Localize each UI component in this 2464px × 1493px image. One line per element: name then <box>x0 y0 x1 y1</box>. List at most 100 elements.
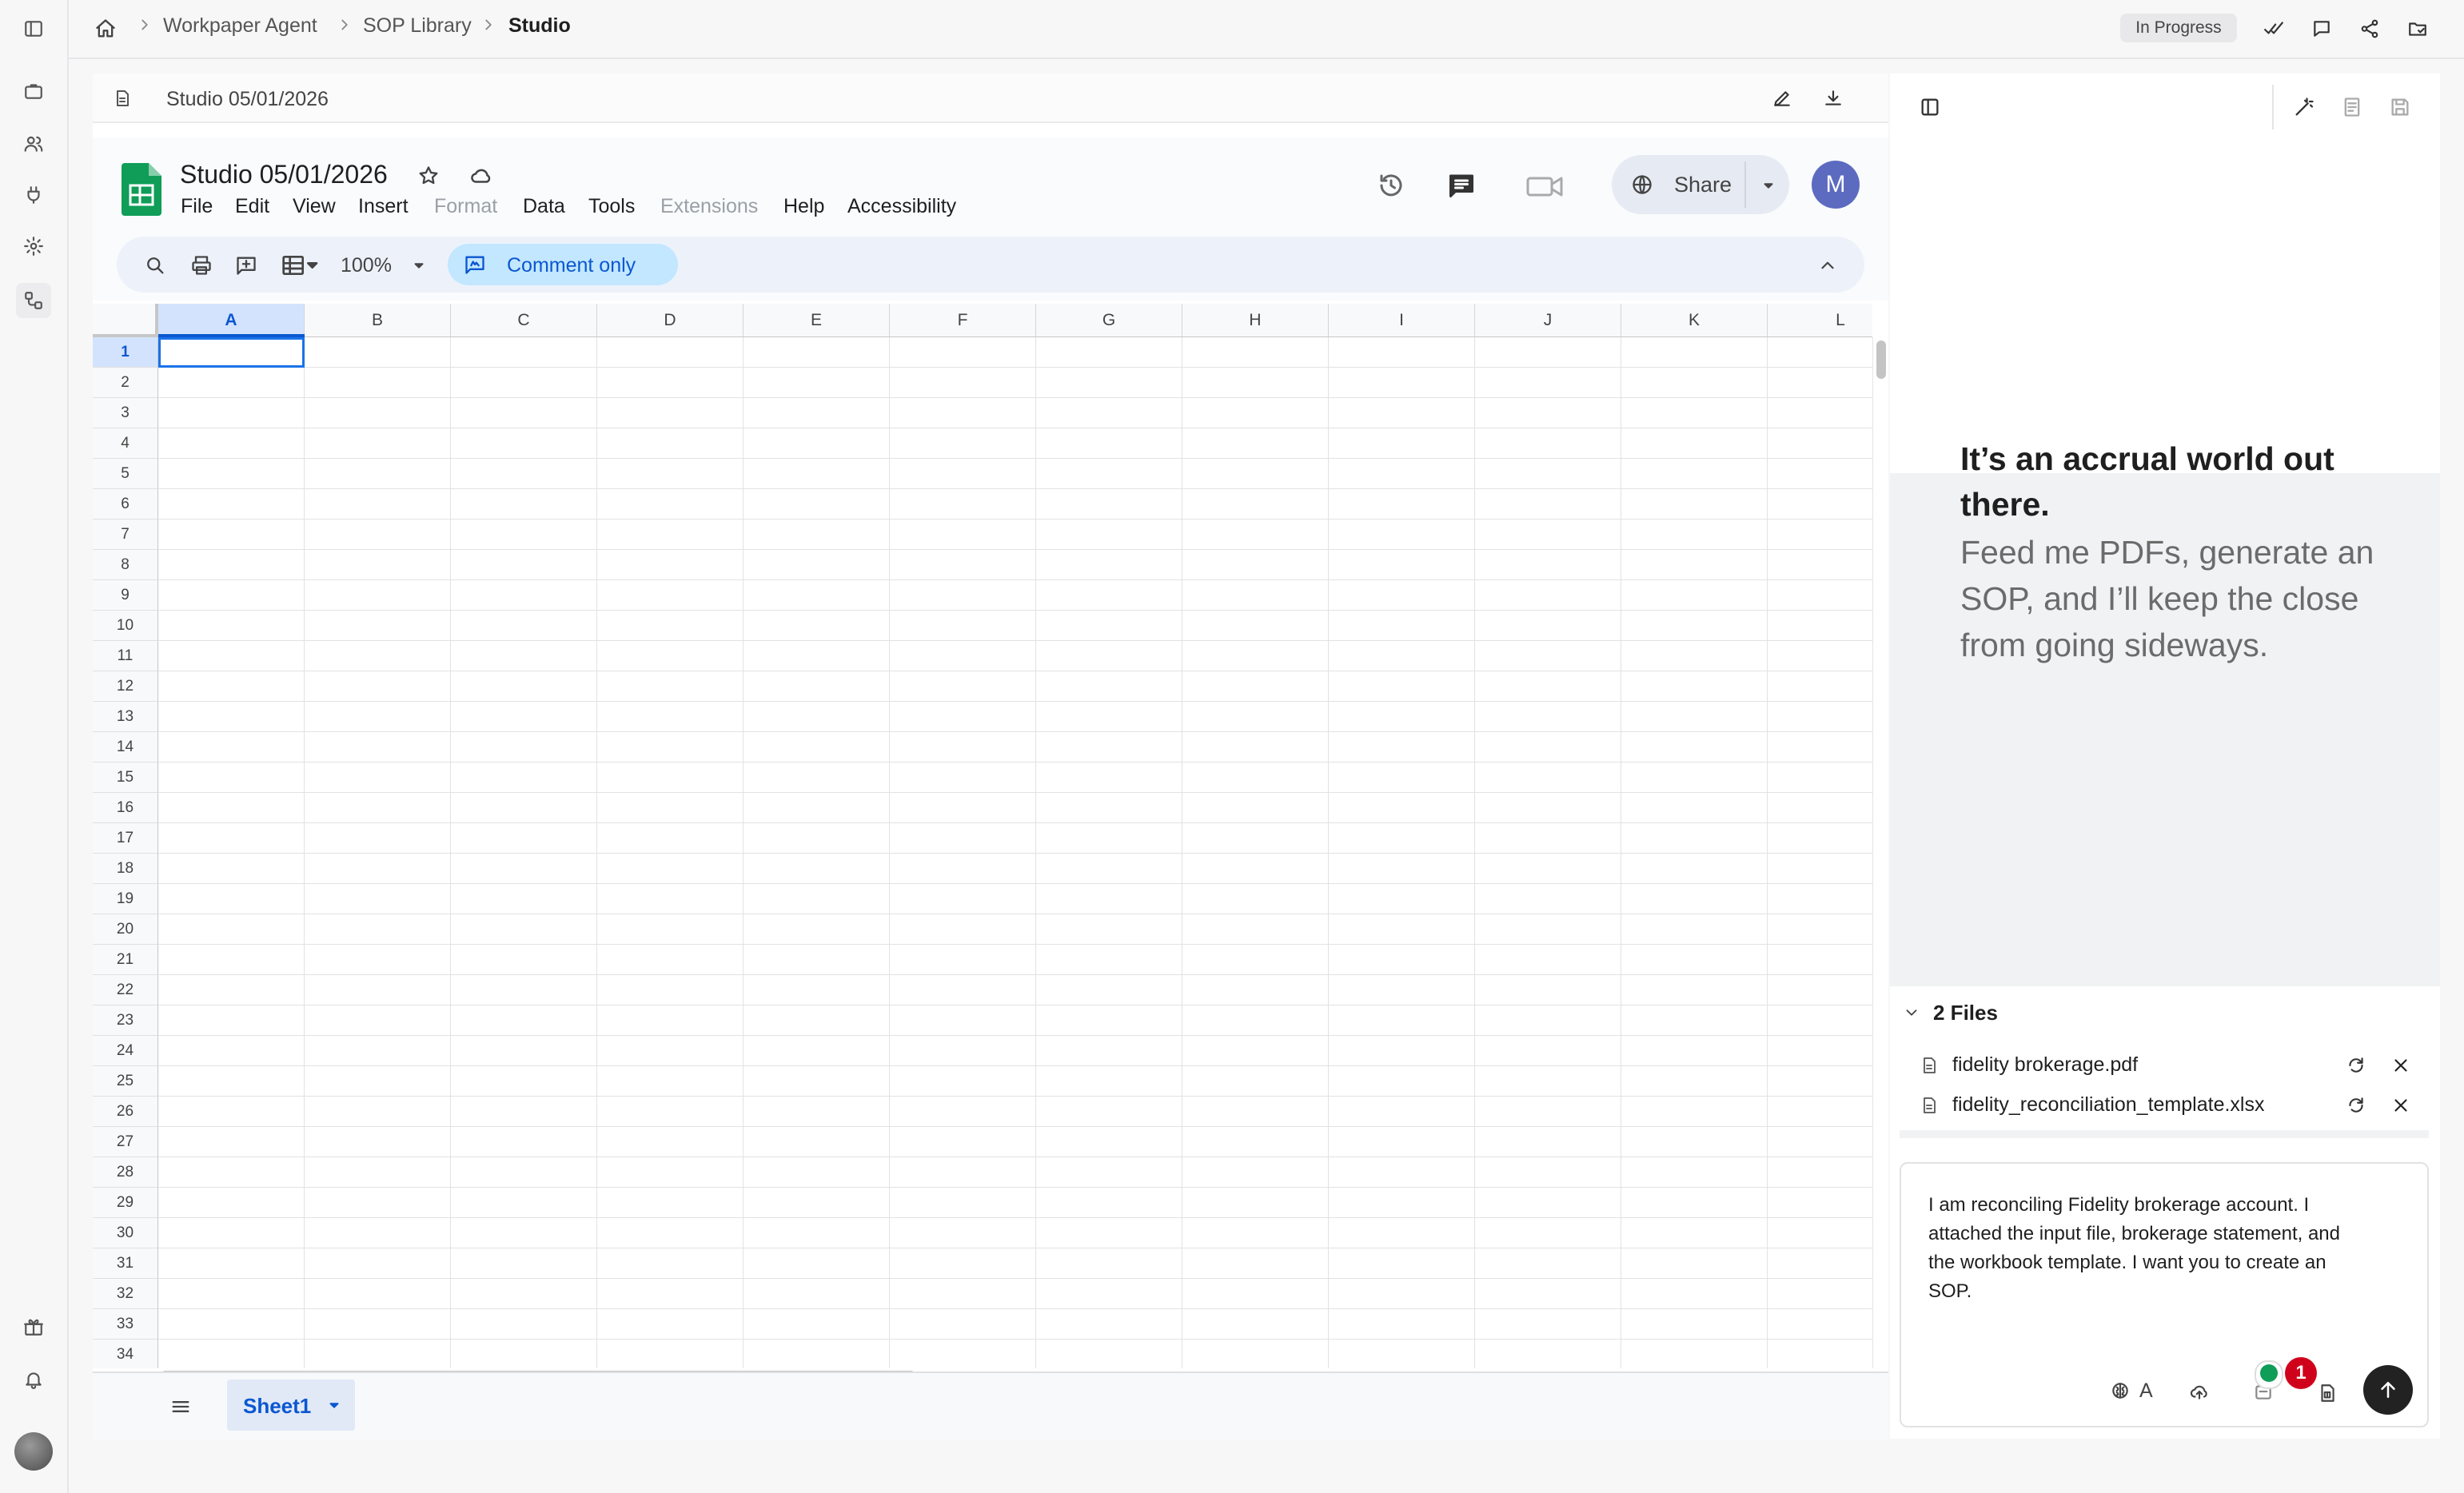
upload-cloud-icon[interactable] <box>2186 1378 2213 1405</box>
magic-wand-icon[interactable] <box>2288 91 2320 123</box>
sheet-tab-caret-icon[interactable] <box>323 1394 345 1416</box>
sheets-title[interactable]: Studio 05/01/2026 <box>180 160 388 189</box>
breadcrumb-sop-library[interactable]: SOP Library <box>363 14 472 38</box>
row-header-7[interactable]: 7 <box>93 520 158 550</box>
column-header-I[interactable]: I <box>1329 304 1475 337</box>
column-header-A[interactable]: A <box>158 304 305 337</box>
file-item[interactable]: fidelity_reconciliation_template.xlsx <box>1904 1085 2430 1125</box>
comment-icon[interactable] <box>2306 13 2338 45</box>
select-all-corner[interactable] <box>93 304 158 337</box>
file-item[interactable]: fidelity brokerage.pdf <box>1904 1045 2430 1085</box>
vertical-scrollbar[interactable] <box>1872 337 1888 1368</box>
double-check-icon[interactable] <box>2258 13 2290 45</box>
column-header-G[interactable]: G <box>1036 304 1182 337</box>
gift-icon[interactable] <box>16 1309 51 1344</box>
menu-tools[interactable]: Tools <box>588 195 635 218</box>
row-header-10[interactable]: 10 <box>93 611 158 641</box>
comment-only-mode-button[interactable]: Comment only <box>448 244 678 285</box>
download-icon[interactable] <box>1820 85 1847 112</box>
column-header-J[interactable]: J <box>1475 304 1621 337</box>
share-nodes-icon[interactable] <box>2354 13 2386 45</box>
send-button[interactable] <box>2363 1365 2413 1415</box>
column-header-F[interactable]: F <box>890 304 1036 337</box>
column-header-C[interactable]: C <box>451 304 597 337</box>
row-header-21[interactable]: 21 <box>93 945 158 975</box>
briefcase-icon[interactable] <box>16 74 51 109</box>
print-icon[interactable] <box>185 249 217 281</box>
zoom-caret-icon[interactable] <box>408 253 430 278</box>
chevron-down-icon[interactable] <box>1900 1001 1924 1025</box>
zoom-value[interactable]: 100% <box>341 254 392 277</box>
extension-icon[interactable] <box>2255 1360 2283 1389</box>
row-header-30[interactable]: 30 <box>93 1218 158 1248</box>
menu-extensions[interactable]: Extensions <box>660 195 758 218</box>
breadcrumb-studio[interactable]: Studio <box>508 14 571 38</box>
row-header-32[interactable]: 32 <box>93 1279 158 1309</box>
sheet-tab-sheet1[interactable]: Sheet1 <box>227 1380 355 1431</box>
column-header-E[interactable]: E <box>744 304 890 337</box>
row-header-9[interactable]: 9 <box>93 580 158 611</box>
search-icon[interactable] <box>139 249 171 281</box>
panel-toggle-icon[interactable] <box>1914 91 1946 123</box>
row-header-22[interactable]: 22 <box>93 975 158 1005</box>
row-header-31[interactable]: 31 <box>93 1248 158 1279</box>
row-header-3[interactable]: 3 <box>93 398 158 428</box>
row-header-14[interactable]: 14 <box>93 732 158 762</box>
row-header-18[interactable]: 18 <box>93 854 158 884</box>
remove-file-icon[interactable] <box>2387 1052 2414 1079</box>
star-icon[interactable] <box>414 161 443 190</box>
row-header-26[interactable]: 26 <box>93 1097 158 1127</box>
table-dropdown-icon[interactable] <box>275 249 326 281</box>
row-header-4[interactable]: 4 <box>93 428 158 459</box>
row-header-5[interactable]: 5 <box>93 459 158 489</box>
row-header-12[interactable]: 12 <box>93 671 158 702</box>
column-header-K[interactable]: K <box>1621 304 1768 337</box>
mode-selector[interactable]: A <box>2139 1380 2153 1403</box>
menu-help[interactable]: Help <box>783 195 824 218</box>
row-header-28[interactable]: 28 <box>93 1157 158 1188</box>
active-cell[interactable] <box>158 337 305 368</box>
pencil-icon[interactable] <box>1768 85 1796 112</box>
menu-insert[interactable]: Insert <box>358 195 409 218</box>
plug-icon[interactable] <box>16 177 51 213</box>
add-comment-icon[interactable] <box>230 249 262 281</box>
replace-file-icon[interactable] <box>2342 1052 2370 1079</box>
menu-edit[interactable]: Edit <box>235 195 269 218</box>
workflow-icon[interactable] <box>16 283 51 318</box>
row-header-8[interactable]: 8 <box>93 550 158 580</box>
template-file-icon[interactable] <box>2314 1380 2341 1407</box>
row-header-16[interactable]: 16 <box>93 793 158 823</box>
row-header-33[interactable]: 33 <box>93 1309 158 1340</box>
caret-down-icon[interactable] <box>1756 173 1781 198</box>
row-header-17[interactable]: 17 <box>93 823 158 854</box>
row-header-20[interactable]: 20 <box>93 914 158 945</box>
message-input[interactable]: I am reconciling Fidelity brokerage acco… <box>1928 1191 2344 1306</box>
all-sheets-menu-icon[interactable] <box>165 1391 197 1423</box>
brain-icon[interactable] <box>2107 1378 2133 1403</box>
row-header-11[interactable]: 11 <box>93 641 158 671</box>
files-header[interactable]: 2 Files <box>1933 1001 1998 1025</box>
remove-file-icon[interactable] <box>2387 1092 2414 1119</box>
column-header-H[interactable]: H <box>1182 304 1329 337</box>
row-header-15[interactable]: 15 <box>93 762 158 793</box>
column-header-D[interactable]: D <box>597 304 744 337</box>
chevron-up-icon[interactable] <box>1812 249 1844 281</box>
menu-format[interactable]: Format <box>434 195 497 218</box>
account-avatar[interactable]: M <box>1812 161 1860 209</box>
comments-icon[interactable] <box>1442 166 1481 205</box>
row-header-1[interactable]: 1 <box>93 337 158 368</box>
menu-data[interactable]: Data <box>523 195 565 218</box>
folder-check-icon[interactable] <box>2402 13 2434 45</box>
bell-icon[interactable] <box>16 1362 51 1397</box>
menu-view[interactable]: View <box>293 195 336 218</box>
spreadsheet-grid[interactable]: A B C D E F G H I J K L 1 2 3 4 5 6 7 8 9 10 11 12 13 14 15 16 17 18 1… <box>93 304 1872 1368</box>
column-header-L[interactable]: L <box>1768 304 1872 337</box>
row-header-13[interactable]: 13 <box>93 702 158 732</box>
user-avatar[interactable] <box>14 1432 53 1471</box>
vertical-scroll-thumb[interactable] <box>1876 340 1886 379</box>
row-header-25[interactable]: 25 <box>93 1066 158 1097</box>
menu-file[interactable]: File <box>181 195 213 218</box>
sidebar-toggle-icon[interactable] <box>16 11 51 46</box>
row-header-23[interactable]: 23 <box>93 1005 158 1036</box>
row-header-6[interactable]: 6 <box>93 489 158 520</box>
